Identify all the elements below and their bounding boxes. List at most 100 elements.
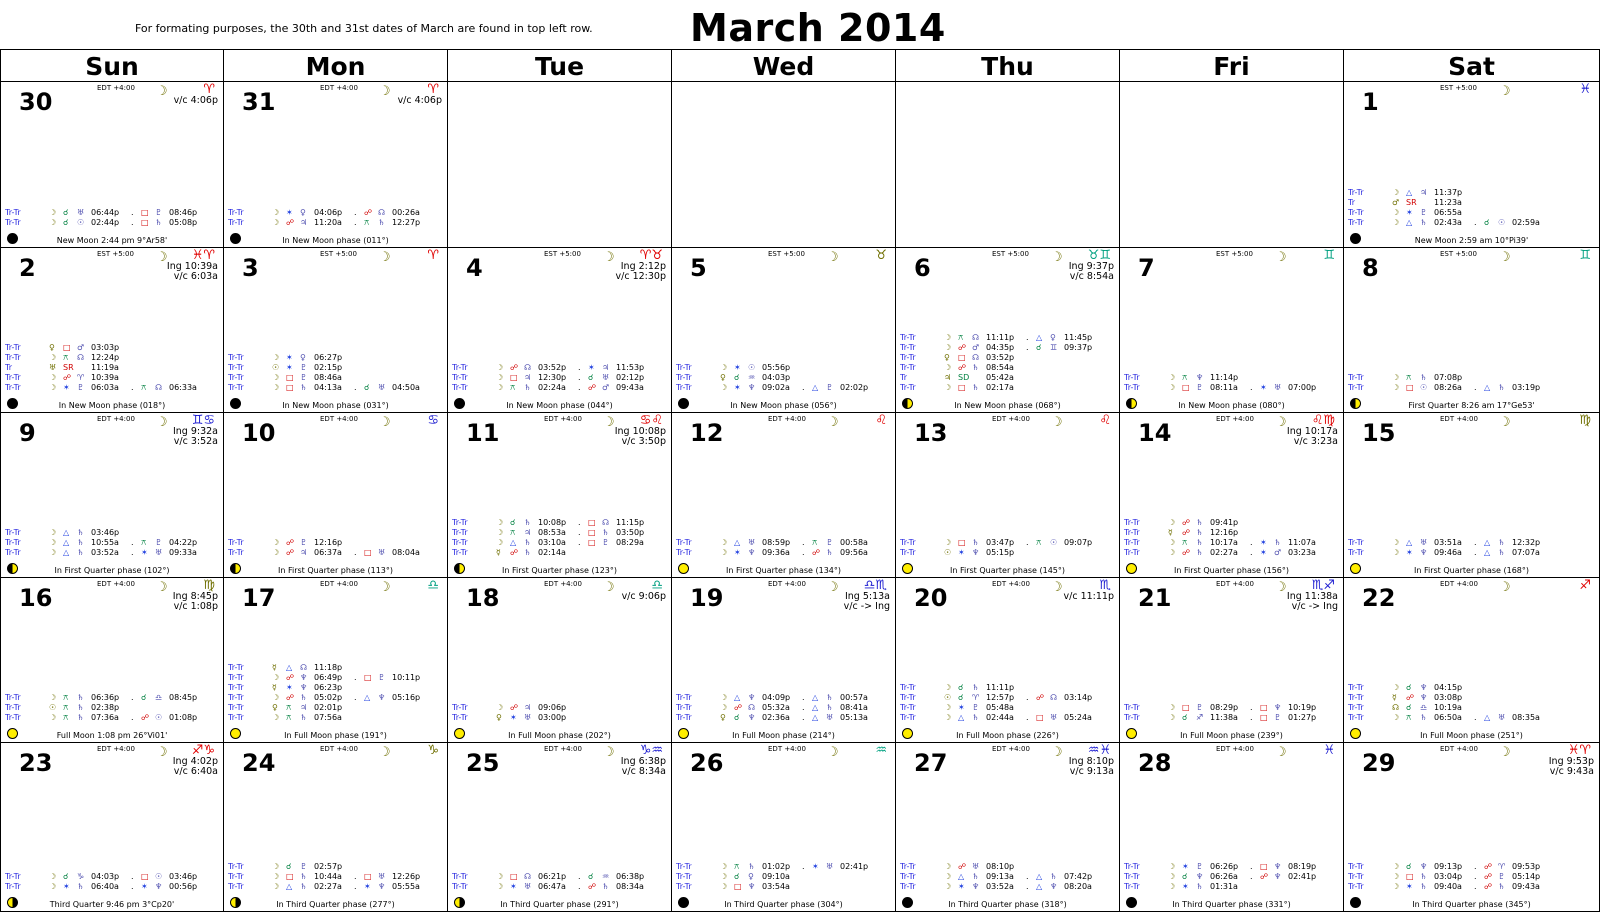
aspect-time: 02:44p bbox=[91, 218, 120, 227]
day-cell[interactable]: 18 EDT +4:00 ☽ ♎ v/c 9:06p Tr-Tr ☽ ☍ ♃ 09:06p Tr-T… bbox=[448, 578, 672, 743]
day-cell[interactable]: 20 EDT +4:00 ☽ ♏ v/c 11:11p Tr-Tr ☽ ☌ ♄ 11:11p Tr-… bbox=[896, 578, 1120, 743]
day-cell[interactable]: 23 EDT +4:00 ☽ ♐♑ Ing 4:02p v/c 6:40a Tr-Tr ☽ ☌ ♑… bbox=[0, 743, 224, 912]
day-cell[interactable]: 17 EDT +4:00 ☽ ♎ Tr-Tr ☿ △ ☊ 11:18p Tr-Tr ☽ ☍ ♆ 06:49… bbox=[224, 578, 448, 743]
aspect-body-3: ☉ bbox=[1498, 218, 1506, 227]
day-cell[interactable]: 19 EDT +4:00 ☽ ♎♏ Ing 5:13a v/c -> Ing Tr-Tr ☽ △… bbox=[672, 578, 896, 743]
day-cell[interactable]: 28 EDT +4:00 ☽ ♓ Tr-Tr ☽ ✶ ♇ 06:26p. □ ♆ 08:19p Tr-T… bbox=[1120, 743, 1344, 912]
aspect-list: Tr-Tr ♀ □ ♂ 03:03p Tr-Tr ☽ ⚻ ☊ 12:24p Tr ♅ SR 11:19a T… bbox=[5, 343, 223, 393]
day-cell[interactable]: 3 EST +5:00 ☽ ♈ Tr-Tr ☽ ✶ ♀ 06:27p Tr-Tr ☉ ✶ ♇ 02:15p… bbox=[224, 248, 448, 413]
aspect-body-2: ♄ bbox=[524, 383, 532, 392]
day-cell[interactable]: 13 EDT +4:00 ☽ ♌ Tr-Tr ☽ □ ♄ 03:47p. ⚻ ☉ 09:07p Tr-T… bbox=[896, 413, 1120, 578]
aspect-body-2: ♄ bbox=[300, 872, 308, 881]
day-cell[interactable]: 7 EST +5:00 ☽ ♊ Tr-Tr ☽ ⚻ ♆ 11:14p Tr-Tr ☽ □ ♇ 08:11a… bbox=[1120, 248, 1344, 413]
day-cell[interactable]: 8 EST +5:00 ☽ ♊ Tr-Tr ☽ ⚻ ♄ 07:08p Tr-Tr ☽ □ ☉ 08:26a… bbox=[1344, 248, 1600, 413]
day-cell[interactable]: 16 EDT +4:00 ☽ ♍ Ing 8:45p v/c 1:08p Tr-Tr ☽ ⚻ ♄ 0… bbox=[0, 578, 224, 743]
ingress-info: Ing 11:38a v/c -> Ing bbox=[1287, 592, 1338, 612]
day-cell[interactable]: 26 EDT +4:00 ☽ ♒ Tr-Tr ☽ ⚻ ♄ 01:02p. ✶ ♅ 02:41p Tr-T… bbox=[672, 743, 896, 912]
aspect-body-2: ♄ bbox=[77, 528, 85, 537]
day-cell[interactable]: 22 EDT +4:00 ☽ ♐ Tr-Tr ☽ ☌ ♆ 04:15p Tr-Tr ☿ ☍ ♆ 03:08… bbox=[1344, 578, 1600, 743]
aspect-body-1: ☽ bbox=[720, 862, 728, 871]
day-cell[interactable]: 1 EST +5:00 ☽ ♓ Tr-Tr ☽ △ ♃ 11:37p Tr ♂ SR 11:23a Tr-… bbox=[1344, 82, 1600, 248]
aspect-body-1: ☽ bbox=[272, 713, 280, 722]
aspect-row: Tr-Tr ☽ □ ☊ 06:21p. ☌ ♒ 06:38p bbox=[452, 872, 671, 882]
day-cell[interactable]: 9 EDT +4:00 ☽ ♊♋ Ing 9:32a v/c 3:52a Tr-Tr ☽ △ ♄ 0… bbox=[0, 413, 224, 578]
day-cell[interactable]: 2 EST +5:00 ☽ ♓♈ Ing 10:39a v/c 6:03a Tr-Tr ♀ □ ♂… bbox=[0, 248, 224, 413]
day-cell[interactable]: 25 EDT +4:00 ☽ ♑♒ Ing 6:38p v/c 8:34a Tr-Tr ☽ □ ☊… bbox=[448, 743, 672, 912]
day-cell[interactable]: 31 EDT +4:00 ☽ ♈ v/c 4:06p Tr-Tr ☽ ✶ ♀ 04:06p. ☍ ☊ 0… bbox=[224, 82, 448, 248]
aspect-key: Tr-Tr bbox=[900, 693, 916, 702]
aspect-time-2: 00:57a bbox=[840, 693, 868, 702]
aspect-body-1: ☽ bbox=[496, 872, 504, 881]
aspect-row: Tr-Tr ♀ ☌ ♆ 02:36a. △ ♅ 05:13a bbox=[676, 713, 895, 723]
aspect-time-2: 08:29a bbox=[616, 538, 644, 547]
day-cell[interactable]: 14 EDT +4:00 ☽ ♌♍ Ing 10:17a v/c 3:23a Tr-Tr ☽ ☍… bbox=[1120, 413, 1344, 578]
aspect-sep: . bbox=[1250, 383, 1253, 392]
aspect-row: Tr-Tr ☽ ⚻ ♄ 07:08p bbox=[1348, 373, 1568, 383]
aspect-body-1: ☽ bbox=[1168, 872, 1176, 881]
aspect-type-2: △ bbox=[1484, 713, 1491, 722]
aspect-key: Tr-Tr bbox=[1348, 882, 1364, 891]
day-cell[interactable] bbox=[448, 82, 672, 248]
moon-icon: ☽ bbox=[603, 580, 615, 595]
moon-icon: ☽ bbox=[379, 250, 391, 265]
aspect-row: Tr-Tr ☽ ☍ ♈ 10:39a bbox=[5, 373, 223, 383]
day-cell[interactable]: 12 EDT +4:00 ☽ ♌ Tr-Tr ☽ △ ♅ 08:59p. ⚻ ♇ 00:58a Tr-T… bbox=[672, 413, 896, 578]
aspect-type: ⚻ bbox=[510, 383, 516, 392]
day-cell[interactable]: 15 EDT +4:00 ☽ ♍ Tr-Tr ☽ △ ♅ 03:51a. △ ♄ 12:32p Tr-T… bbox=[1344, 413, 1600, 578]
aspect-body-2: ♅ bbox=[748, 538, 756, 547]
aspect-type: ✶ bbox=[958, 882, 965, 891]
day-cell[interactable]: 11 EDT +4:00 ☽ ♋♌ Ing 10:08p v/c 3:50p Tr-Tr ☽ ☌… bbox=[448, 413, 672, 578]
aspect-type: ☌ bbox=[1182, 713, 1188, 722]
aspect-key: Tr-Tr bbox=[228, 373, 244, 382]
aspect-row: Tr-Tr ☽ △ ♄ 10:55a. ⚻ ♇ 04:22p bbox=[5, 538, 223, 548]
aspect-key: Tr bbox=[900, 373, 907, 382]
day-cell[interactable]: 4 EST +5:00 ☽ ♈♉ Ing 2:12p v/c 12:30p Tr-Tr ☽ ☍ ☊… bbox=[448, 248, 672, 413]
calendar: For formating purposes, the 30th and 31s… bbox=[0, 0, 1600, 912]
day-cell[interactable]: 6 EST +5:00 ☽ ♉♊ Ing 9:37p v/c 8:54a Tr-Tr ☽ ⚻ ☊ 1… bbox=[896, 248, 1120, 413]
day-cell[interactable]: 24 EDT +4:00 ☽ ♑ Tr-Tr ☽ ☌ ♇ 02:57p Tr-Tr ☽ □ ♄ 10:44… bbox=[224, 743, 448, 912]
aspect-key: Tr bbox=[5, 363, 12, 372]
day-cell[interactable] bbox=[1120, 82, 1344, 248]
aspect-body-3: ♅ bbox=[826, 862, 834, 871]
aspect-time: 08:29p bbox=[1210, 703, 1239, 712]
aspect-key: Tr-Tr bbox=[676, 538, 692, 547]
day-cell[interactable] bbox=[896, 82, 1120, 248]
moon-phase-label: In Full Moon phase (226°) bbox=[956, 731, 1059, 740]
aspect-row: Tr-Tr ☽ ☍ ♄ 09:41p bbox=[1124, 518, 1343, 528]
day-cell[interactable]: 29 EDT +4:00 ☽ ♓♈ Ing 9:53p v/c 9:43a Tr-Tr ☽ ☌ ♆… bbox=[1344, 743, 1600, 912]
aspect-key: Tr-Tr bbox=[5, 383, 21, 392]
aspect-body-2: ♄ bbox=[1196, 518, 1204, 527]
aspect-type: ☌ bbox=[1406, 862, 1412, 871]
aspect-body-2: ♄ bbox=[1420, 882, 1428, 891]
aspect-sep: . bbox=[354, 208, 357, 217]
aspect-key: Tr-Tr bbox=[676, 713, 692, 722]
aspect-type-2: ✶ bbox=[141, 548, 148, 557]
moon-phase-label: In Third Quarter phase (331°) bbox=[1172, 900, 1291, 909]
day-cell[interactable]: 27 EDT +4:00 ☽ ♒♓ Ing 8:10p v/c 9:13a Tr-Tr ☽ ☍ ♅… bbox=[896, 743, 1120, 912]
aspect-time: 09:06p bbox=[538, 703, 567, 712]
aspect-key: Tr-Tr bbox=[228, 383, 244, 392]
aspect-body-2: ♆ bbox=[1420, 548, 1428, 557]
aspect-body-1: ♀ bbox=[944, 353, 950, 362]
aspect-type: ✶ bbox=[63, 383, 70, 392]
aspect-time-2: 01:08p bbox=[169, 713, 198, 722]
aspect-list: Tr-Tr ☽ △ ♅ 03:51a. △ ♄ 12:32p Tr-Tr ☽ ✶ ♆ 09:46a. △ ♄… bbox=[1348, 538, 1568, 558]
day-cell[interactable]: 21 EDT +4:00 ☽ ♏♐ Ing 11:38a v/c -> Ing Tr-Tr ☽… bbox=[1120, 578, 1344, 743]
aspect-body-3: ♇ bbox=[826, 383, 834, 392]
aspect-time: 10:44a bbox=[314, 872, 342, 881]
day-number: 24 bbox=[242, 749, 276, 777]
aspect-type: △ bbox=[286, 882, 293, 891]
aspect-type: ✶ bbox=[286, 208, 293, 217]
day-cell[interactable]: 10 EDT +4:00 ☽ ♋ Tr-Tr ☽ ☍ ♇ 12:16p Tr-Tr ☽ ☍ ♃ 06:37… bbox=[224, 413, 448, 578]
day-number: 9 bbox=[19, 419, 36, 447]
aspect-sep: . bbox=[131, 208, 134, 217]
aspect-body-2: ♄ bbox=[524, 538, 532, 547]
aspect-type-2: ☍ bbox=[812, 548, 821, 557]
day-cell[interactable]: 5 EST +5:00 ☽ ♉ Tr-Tr ☽ ✶ ☉ 05:56p Tr-Tr ♀ ☌ ♒ 04:03p… bbox=[672, 248, 896, 413]
day-cell[interactable] bbox=[672, 82, 896, 248]
aspect-type: ✶ bbox=[1406, 882, 1413, 891]
aspect-body-2: ♆ bbox=[972, 548, 980, 557]
aspect-body-3: ☉ bbox=[155, 713, 163, 722]
aspect-type: SR bbox=[1406, 198, 1417, 207]
day-cell[interactable]: 30 EDT +4:00 ☽ ♈ v/c 4:06p Tr-Tr ☽ ☌ ♅ 06:44p. □ ♇ 0… bbox=[0, 82, 224, 248]
